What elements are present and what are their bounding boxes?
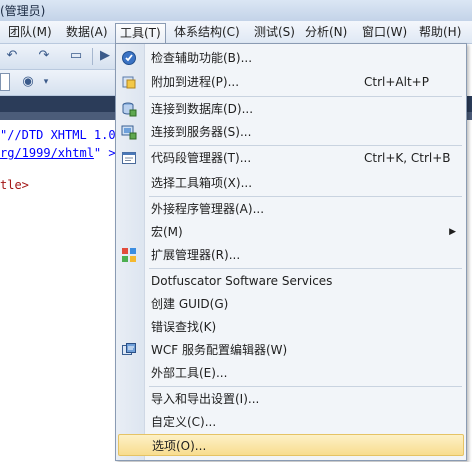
xmlns-link[interactable]: rg/1999/xhtml [0,146,94,160]
menu-separator [149,196,462,197]
menu-separator [149,268,462,269]
menu-window[interactable]: 窗口(W) [358,24,411,41]
menu-item-extension-manager[interactable]: 扩展管理器(R)... [118,244,464,266]
config-combo[interactable] [0,73,10,91]
menu-item-macros[interactable]: 宏(M) ▶ [118,221,464,243]
menu-item-addin-manager[interactable]: 外接程序管理器(A)... [118,198,464,220]
dropdown-arrow-icon[interactable]: ▾ [38,74,54,90]
menu-architecture[interactable]: 体系结构(C) [170,24,244,41]
menu-test[interactable]: 测试(S) [250,24,299,41]
title-bar: (管理员) [0,0,472,21]
accessibility-icon[interactable]: ◉ [20,74,36,90]
tools-menu-dropdown: 检查辅助功能(B)... 附加到进程(P)... Ctrl+Alt+P 连接到数… [115,43,467,461]
standard-toolbar: ↶ ↷ ▭ ▶ [0,44,115,70]
menu-item-connect-database[interactable]: 连接到数据库(D)... [118,98,464,120]
menu-item-connect-server[interactable]: 连接到服务器(S)... [118,121,464,143]
start-debug-icon[interactable]: ▶ [97,48,113,64]
menu-item-wcf-config-editor[interactable]: WCF 服务配置编辑器(W) [118,339,464,361]
snippet-manager-icon [121,150,137,166]
save-icon[interactable]: ▭ [68,48,84,64]
toolbar-separator [92,48,93,65]
accessibility-check-icon [121,50,137,66]
menu-team[interactable]: 团队(M) [4,24,56,41]
wcf-config-icon [121,342,137,358]
menu-bar: 团队(M) 数据(A) 工具(T) 体系结构(C) 测试(S) 分析(N) 窗口… [0,21,472,44]
menu-item-customize[interactable]: 自定义(C)... [118,411,464,433]
code-line-doctype: "//DTD XHTML 1.0 [0,128,116,142]
menu-item-import-export-settings[interactable]: 导入和导出设置(I)... [118,388,464,410]
redo-icon[interactable]: ↷ [36,48,52,64]
menu-separator [149,386,462,387]
submenu-arrow-icon: ▶ [449,227,456,237]
menu-item-snippet-manager[interactable]: 代码段管理器(T)... Ctrl+K, Ctrl+B [118,147,464,169]
undo-icon[interactable]: ↶ [4,48,20,64]
vs-window: (管理员) 团队(M) 数据(A) 工具(T) 体系结构(C) 测试(S) 分析… [0,0,472,462]
menu-item-error-lookup[interactable]: 错误查找(K) [118,316,464,338]
menu-item-choose-toolbox-items[interactable]: 选择工具箱项(X)... [118,172,464,194]
menu-separator [149,96,462,97]
secondary-toolbar: ◉ ▾ [0,70,115,96]
menu-data[interactable]: 数据(A) [62,24,112,41]
connect-database-icon [121,101,137,117]
menu-item-create-guid[interactable]: 创建 GUID(G) [118,293,464,315]
window-title: (管理员) [0,4,46,18]
code-line-title: tle> [0,178,29,192]
menu-separator [149,145,462,146]
menu-tools[interactable]: 工具(T) [115,23,166,44]
menu-help[interactable]: 帮助(H) [415,24,465,41]
connect-server-icon [121,124,137,140]
attach-process-icon [121,74,137,90]
menu-item-attach-process[interactable]: 附加到进程(P)... Ctrl+Alt+P [118,71,464,93]
code-line-xmlns: rg/1999/xhtml" > [0,146,116,160]
menu-item-dotfuscator[interactable]: Dotfuscator Software Services [118,270,464,292]
menu-item-accessibility-check[interactable]: 检查辅助功能(B)... [118,47,464,69]
extension-manager-icon [121,247,137,263]
menu-analyze[interactable]: 分析(N) [301,24,351,41]
menu-item-external-tools[interactable]: 外部工具(E)... [118,362,464,384]
menu-item-options[interactable]: 选项(O)... [118,434,464,456]
